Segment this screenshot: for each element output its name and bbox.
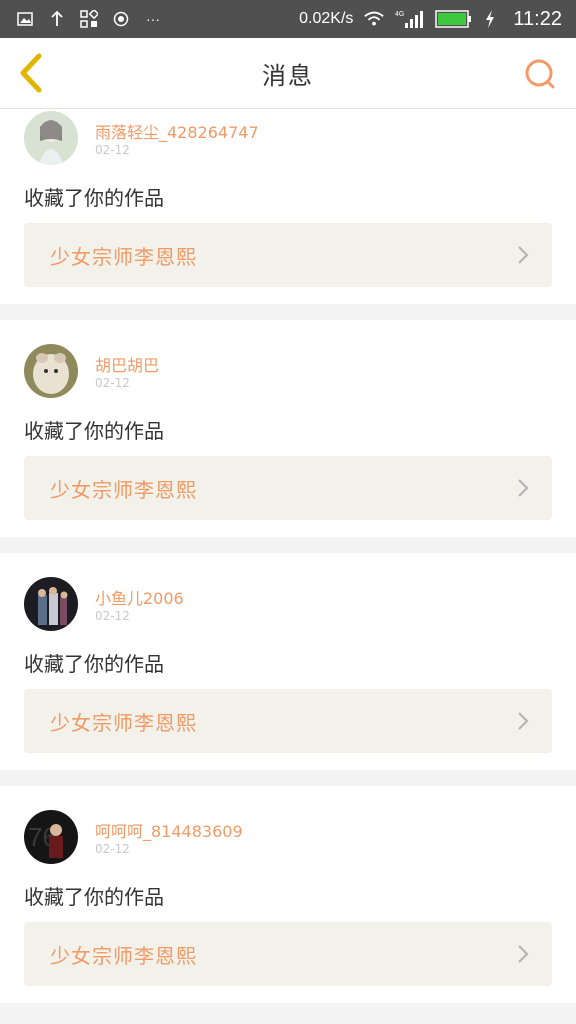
action-text: 收藏了你的作品 [24,186,164,210]
username[interactable]: 呵呵呵_814483609 [95,818,243,842]
chevron-left-icon [20,53,42,93]
username[interactable]: 雨落轻尘_428264747 [95,119,259,143]
work-link[interactable]: 少女宗师李恩熙 [24,456,552,520]
status-bar-right: 0.02K/s 4G 11:22 [299,8,562,31]
search-button[interactable] [522,56,558,92]
chevron-right-icon [514,709,532,733]
username[interactable]: 胡巴胡巴 [95,352,159,376]
action-text: 收藏了你的作品 [24,652,164,676]
message-date: 02-12 [95,842,130,856]
work-title: 少女宗师李恩熙 [50,477,197,502]
message-date: 02-12 [95,376,130,390]
avatar[interactable] [24,111,78,165]
upload-arrow-icon [46,8,68,30]
chevron-right-icon [514,243,532,267]
chevron-right-icon [514,942,532,966]
more-notifications-icon: ··· [146,11,160,27]
back-button[interactable] [14,52,48,94]
username[interactable]: 小鱼儿2006 [95,585,184,609]
action-text: 收藏了你的作品 [24,885,164,909]
work-title: 少女宗师李恩熙 [50,943,197,968]
work-link[interactable]: 少女宗师李恩熙 [24,223,552,287]
message-card: 小鱼儿2006 02-12 收藏了你的作品 少女宗师李恩熙 [0,553,576,770]
message-card: 76 呵呵呵_814483609 02-12 收藏了你的作品 少女宗师李恩熙 [0,786,576,1003]
message-date: 02-12 [95,609,130,623]
clock: 11:22 [513,7,562,30]
message-list: 雨落轻尘_428264747 02-12 收藏了你的作品 少女宗师李恩熙 胡巴胡… [0,109,576,1019]
top-bar: 消息 [0,38,576,109]
record-icon [110,8,132,30]
work-link[interactable]: 少女宗师李恩熙 [24,689,552,753]
avatar[interactable]: 76 [24,810,78,864]
avatar[interactable] [24,344,78,398]
work-link[interactable]: 少女宗师李恩熙 [24,922,552,986]
message-card: 胡巴胡巴 02-12 收藏了你的作品 少女宗师李恩熙 [0,320,576,537]
wifi-icon [363,8,385,30]
avatar[interactable] [24,577,78,631]
work-title: 少女宗师李恩熙 [50,244,197,269]
message-date: 02-12 [95,143,130,157]
page-title: 消息 [262,61,314,90]
work-title: 少女宗师李恩熙 [50,710,197,735]
signal-icon: 4G [395,8,425,30]
battery-icon [435,8,473,30]
network-speed: 0.02K/s [299,10,354,27]
chevron-right-icon [514,476,532,500]
status-bar-left: ··· [14,8,164,30]
message-card: 雨落轻尘_428264747 02-12 收藏了你的作品 少女宗师李恩熙 [0,109,576,304]
status-bar: ··· 0.02K/s 4G 11:22 [0,0,576,38]
network-type-label: 4G [395,11,404,18]
image-icon [14,8,36,30]
action-text: 收藏了你的作品 [24,419,164,443]
charging-icon [483,8,497,30]
search-icon [525,59,555,89]
grid-app-icon [78,8,100,30]
